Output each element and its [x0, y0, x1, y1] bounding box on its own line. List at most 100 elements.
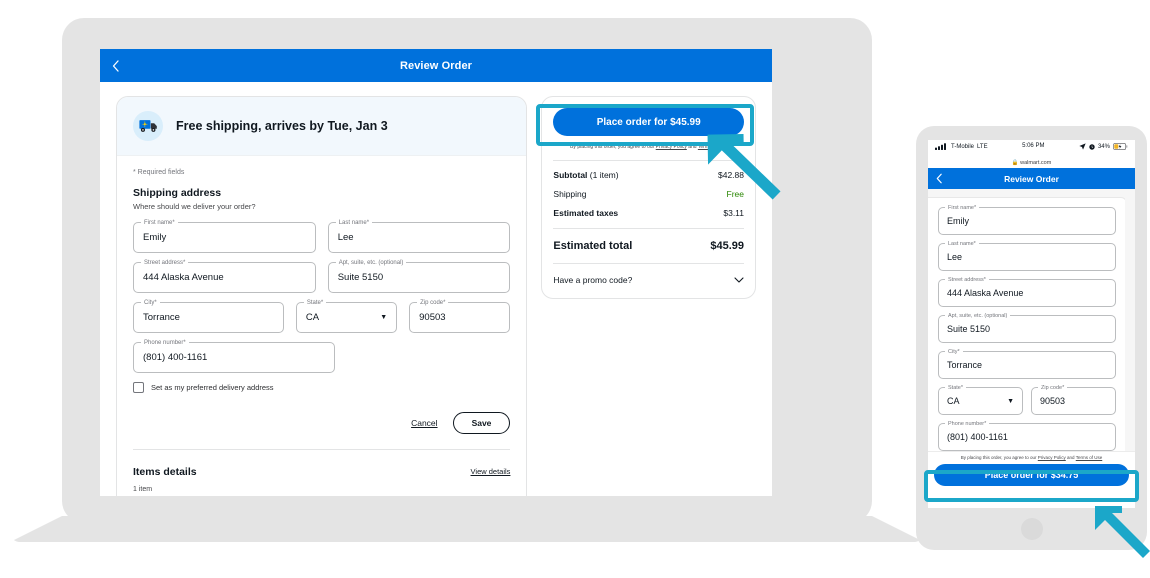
phone-form-area: First name* Emily Last name* Lee Street … [928, 189, 1135, 492]
status-bar: T-Mobile LTE 5:06 PM 34% [928, 140, 1135, 161]
street-address-value: 444 Alaska Avenue [143, 271, 224, 283]
state-label: State* [945, 384, 966, 392]
location-arrow-icon [1079, 143, 1086, 150]
status-bar-right: 34% [1079, 143, 1128, 150]
carrier-name: T-Mobile [951, 143, 975, 150]
first-name-field[interactable]: First name* Emily [938, 204, 1116, 235]
state-label: State* [303, 298, 327, 307]
save-button[interactable]: Save [452, 411, 511, 434]
state-select[interactable]: State* CA ▼ [938, 384, 1023, 415]
city-state-zip-row: City* Torrance State* CA ▼ Zip code* 905… [133, 298, 511, 333]
preferred-address-checkbox-row[interactable]: Set as my preferred delivery address [133, 381, 510, 393]
subtotal-label: Subtotal [553, 170, 588, 180]
shipping-address-subtitle: Where should we deliver your order? [133, 201, 256, 211]
cancel-link[interactable]: Cancel [411, 418, 437, 428]
phone-place-order-button[interactable]: Place order for $34.75 [934, 464, 1129, 486]
summary-row-taxes: Estimated taxes $3.11 [553, 208, 744, 218]
street-address-field[interactable]: Street address* 444 Alaska Avenue [133, 258, 316, 293]
network-type: LTE [977, 143, 988, 150]
terms-of-use-link[interactable]: Terms of Use [1076, 455, 1103, 460]
last-name-value: Lee [337, 231, 354, 243]
apt-suite-label: Apt, suite, etc. (optional) [335, 258, 407, 267]
shipping-label: Shipping [553, 189, 587, 199]
scroll-area[interactable] [1125, 189, 1135, 492]
promo-code-row[interactable]: Have a promo code? [553, 275, 744, 285]
phone-number-label: Phone number* [945, 420, 990, 428]
last-name-label: Last name* [335, 218, 373, 227]
form-actions: Cancel Save [133, 411, 511, 434]
city-label: City* [945, 348, 963, 356]
first-name-label: First name* [141, 218, 178, 227]
apt-suite-label: Apt, suite, etc. (optional) [945, 312, 1011, 320]
state-value: CA [947, 396, 960, 406]
status-bar-left: T-Mobile LTE [935, 143, 988, 150]
laptop-screen: Review Order Free shipping, arrives by T… [100, 49, 772, 496]
phone-number-field[interactable]: Phone number* (801) 400-1161 [938, 420, 1116, 451]
zip-code-label: Zip code* [1038, 384, 1068, 392]
promo-code-label: Have a promo code? [553, 275, 633, 285]
zip-code-field[interactable]: Zip code* 90503 [409, 298, 511, 333]
zip-code-field[interactable]: Zip code* 90503 [1031, 384, 1116, 415]
view-details-link[interactable]: View details [471, 467, 511, 476]
estimated-total-value: $45.99 [710, 240, 744, 252]
phone-number-field[interactable]: Phone number* (801) 400-1161 [133, 338, 335, 373]
section-divider [133, 448, 511, 450]
laptop-base [10, 516, 924, 542]
alarm-icon [1089, 143, 1095, 150]
phone-number-value: (801) 400-1161 [947, 432, 1008, 442]
status-bar-time: 5:06 PM [1022, 143, 1045, 149]
summary-row-total: Estimated total $45.99 [553, 240, 744, 252]
shipping-address-title: Shipping address [133, 187, 222, 199]
phone-order-disclaimer: By placing this order, you agree to our … [934, 454, 1129, 461]
shipping-card: Free shipping, arrives by Tue, Jan 3 * R… [116, 96, 528, 496]
privacy-policy-link[interactable]: Privacy Policy [1038, 455, 1066, 460]
last-name-field[interactable]: Last name* Lee [938, 240, 1116, 271]
phone-number-label: Phone number* [141, 338, 189, 347]
privacy-policy-link[interactable]: Privacy Policy [656, 144, 687, 150]
chevron-down-icon[interactable] [734, 277, 744, 283]
shipping-banner: Free shipping, arrives by Tue, Jan 3 [117, 97, 527, 156]
street-address-label: Street address* [141, 258, 189, 267]
home-button[interactable] [1020, 518, 1043, 540]
first-name-value: Emily [143, 231, 167, 243]
items-details-title: Items details [133, 465, 197, 478]
page-body: Free shipping, arrives by Tue, Jan 3 * R… [100, 82, 772, 496]
preferred-address-label: Set as my preferred delivery address [151, 382, 274, 392]
lock-icon: 🔒 [1011, 160, 1019, 166]
city-label: City* [141, 298, 160, 307]
phone-shipping-card: First name* Emily Last name* Lee Street … [928, 197, 1127, 492]
chevron-left-icon[interactable] [936, 173, 942, 184]
last-name-field[interactable]: Last name* Lee [327, 218, 511, 253]
disclaimer-text-mid: and [1065, 455, 1076, 460]
first-name-field[interactable]: First name* Emily [133, 218, 316, 253]
street-address-field[interactable]: Street address* 444 Alaska Avenue [938, 276, 1116, 307]
shipping-form: * Required fields Shipping address Where… [117, 156, 526, 496]
state-zip-row: State* CA ▼ Zip code* 90503 [938, 384, 1116, 423]
summary-divider-bottom [553, 263, 744, 264]
page-header: Review Order [100, 49, 772, 82]
browser-url-bar[interactable]: 🔒 walmart.com [928, 160, 1135, 168]
apt-suite-field[interactable]: Apt, suite, etc. (optional) Suite 5150 [938, 312, 1116, 343]
item-count-text: 1 item [133, 485, 153, 493]
zip-code-value: 90503 [1040, 396, 1066, 406]
city-field[interactable]: City* Torrance [938, 348, 1116, 379]
phone-page-title: Review Order [1004, 173, 1059, 184]
chevron-left-icon[interactable] [112, 59, 119, 72]
street-address-label: Street address* [945, 276, 989, 284]
laptop-annotation-arrow [707, 134, 781, 200]
apt-suite-field[interactable]: Apt, suite, etc. (optional) Suite 5150 [327, 258, 511, 293]
disclaimer-text-pre: By placing this order, you agree to our [960, 455, 1038, 460]
delivery-truck-icon [133, 111, 163, 141]
chevron-down-icon: ▼ [1007, 397, 1014, 405]
preferred-address-checkbox[interactable] [133, 381, 144, 393]
phone-annotation-arrow [1095, 506, 1150, 558]
state-value: CA [305, 311, 320, 323]
signal-bars-icon [935, 143, 948, 150]
state-select[interactable]: State* CA ▼ [295, 298, 398, 333]
zip-code-label: Zip code* [417, 298, 449, 307]
screenshot-stage: Review Order Free shipping, arrives by T… [0, 0, 1150, 578]
summary-divider-mid [553, 228, 744, 229]
city-field[interactable]: City* Torrance [133, 298, 284, 333]
apt-suite-value: Suite 5150 [947, 324, 991, 334]
disclaimer-text-pre: By placing this order, you agree to our [570, 144, 656, 150]
